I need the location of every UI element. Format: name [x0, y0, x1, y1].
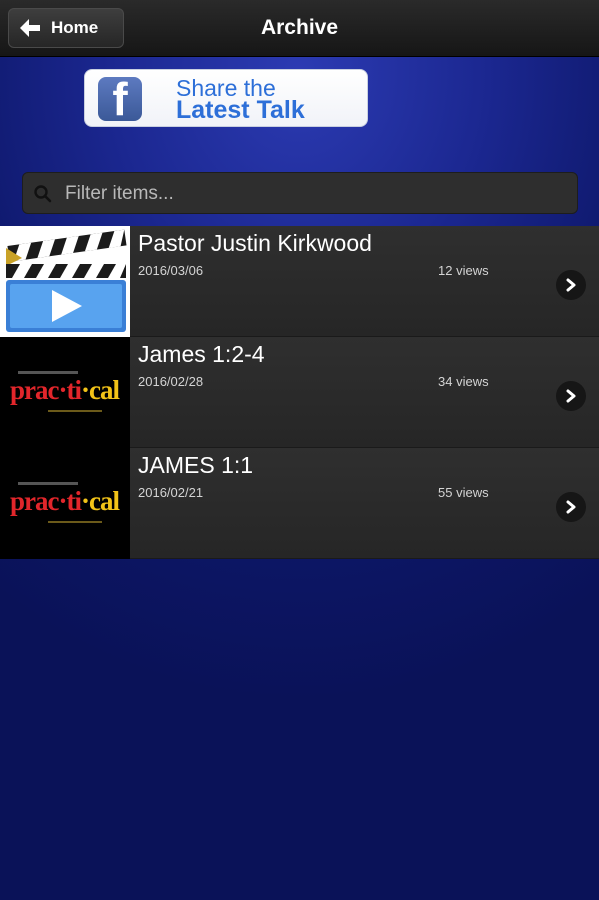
item-title: Pastor Justin Kirkwood	[138, 230, 372, 256]
facebook-share-latest-talk-button[interactable]: f Share the Latest Talk	[84, 69, 368, 127]
chevron-right-icon[interactable]	[556, 492, 586, 522]
facebook-icon: f	[98, 77, 142, 121]
item-date: 2016/02/28	[138, 374, 204, 389]
item-title: JAMES 1:1	[138, 452, 254, 478]
practical-series-logo: prac·ti·cal	[0, 337, 130, 448]
item-views: 12 views	[438, 263, 489, 278]
filter-input[interactable]	[63, 173, 567, 215]
item-date: 2016/03/06	[138, 263, 204, 278]
practical-series-logo: prac·ti·cal	[0, 448, 130, 559]
arrow-left-icon	[20, 19, 40, 37]
item-views: 55 views	[438, 485, 489, 500]
item-date: 2016/02/21	[138, 485, 204, 500]
top-navigation-bar: Home Archive	[0, 0, 599, 57]
share-line-2: Latest Talk	[176, 96, 305, 124]
video-clapperboard-icon	[0, 226, 130, 337]
home-back-button[interactable]: Home	[8, 8, 124, 48]
chevron-right-icon[interactable]	[556, 270, 586, 300]
item-title: James 1:2-4	[138, 341, 265, 367]
filter-search-bar[interactable]	[22, 172, 578, 215]
list-item[interactable]: prac·ti·cal James 1:2-4 2016/02/28 34 vi…	[0, 337, 599, 448]
chevron-right-icon[interactable]	[556, 381, 586, 411]
search-icon	[34, 185, 52, 203]
archive-list: Pastor Justin Kirkwood 2016/03/06 12 vie…	[0, 226, 599, 559]
list-item[interactable]: prac·ti·cal JAMES 1:1 2016/02/21 55 view…	[0, 448, 599, 559]
item-views: 34 views	[438, 374, 489, 389]
home-button-label: Home	[51, 18, 99, 37]
list-item[interactable]: Pastor Justin Kirkwood 2016/03/06 12 vie…	[0, 226, 599, 337]
